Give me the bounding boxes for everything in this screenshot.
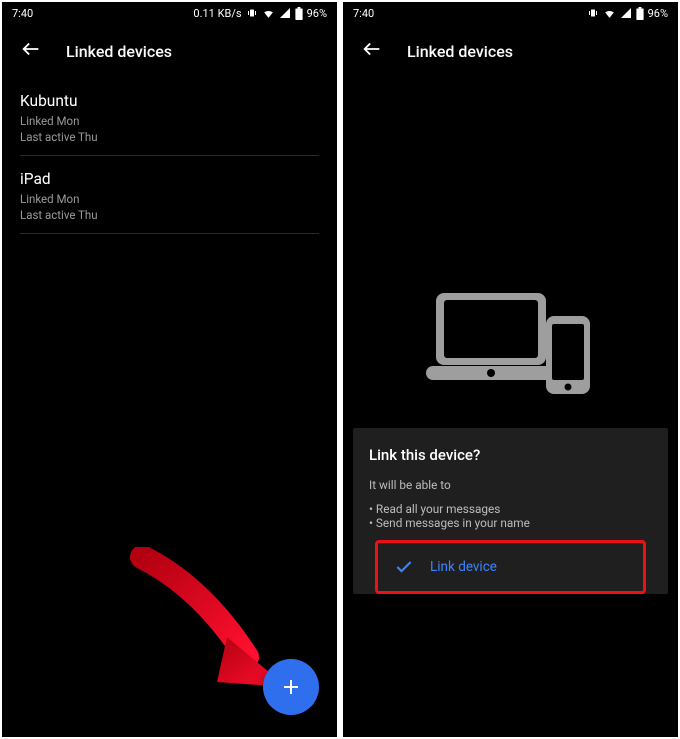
back-arrow-icon	[361, 38, 383, 60]
status-bar: 7:40 96%	[343, 2, 678, 24]
signal-icon	[279, 7, 291, 19]
device-linked: Linked Mon	[20, 192, 319, 208]
vibrate-icon	[246, 7, 258, 19]
device-name: iPad	[20, 170, 319, 188]
back-button[interactable]	[20, 38, 42, 64]
status-time: 7:40	[12, 7, 33, 20]
link-device-label: Link device	[430, 559, 497, 575]
laptop-phone-icon	[426, 288, 596, 398]
device-last-active: Last active Thu	[20, 130, 319, 146]
status-net: 0.11 KB/s	[193, 7, 241, 20]
signal-icon	[620, 7, 632, 19]
status-time: 7:40	[353, 7, 374, 20]
link-device-button[interactable]: Link device	[378, 543, 643, 591]
device-row[interactable]: Kubuntu Linked Mon Last active Thu	[20, 78, 319, 156]
device-row[interactable]: iPad Linked Mon Last active Thu	[20, 156, 319, 234]
phone-right: 7:40 96% Linked devices Link this device…	[343, 2, 678, 737]
battery-icon	[636, 7, 644, 20]
status-battery-pct: 96%	[307, 7, 327, 20]
check-icon	[394, 557, 414, 577]
permissions-list: Read all your messages Send messages in …	[369, 502, 652, 530]
appbar: Linked devices	[2, 24, 337, 78]
back-button[interactable]	[361, 38, 383, 64]
page-title: Linked devices	[66, 42, 172, 61]
wifi-icon	[603, 7, 616, 20]
annotation-highlight: Link device	[375, 540, 646, 594]
card-title: Link this device?	[369, 446, 652, 464]
devices-illustration	[343, 288, 678, 398]
phone-left: 7:40 0.11 KB/s 96% Linked devices Kubunt…	[2, 2, 337, 737]
appbar: Linked devices	[343, 24, 678, 78]
plus-icon	[279, 675, 303, 699]
permission-item: Read all your messages	[369, 502, 652, 516]
device-linked: Linked Mon	[20, 114, 319, 130]
vibrate-icon	[587, 7, 599, 19]
battery-icon	[295, 7, 303, 20]
add-device-fab[interactable]	[263, 659, 319, 715]
device-name: Kubuntu	[20, 92, 319, 110]
status-battery-pct: 96%	[648, 7, 668, 20]
status-bar: 7:40 0.11 KB/s 96%	[2, 2, 337, 24]
card-intro: It will be able to	[369, 478, 652, 492]
link-device-card: Link this device? It will be able to Rea…	[353, 428, 668, 594]
device-last-active: Last active Thu	[20, 208, 319, 224]
back-arrow-icon	[20, 38, 42, 60]
wifi-icon	[262, 7, 275, 20]
device-list: Kubuntu Linked Mon Last active Thu iPad …	[2, 78, 337, 234]
page-title: Linked devices	[407, 42, 513, 61]
permission-item: Send messages in your name	[369, 516, 652, 530]
